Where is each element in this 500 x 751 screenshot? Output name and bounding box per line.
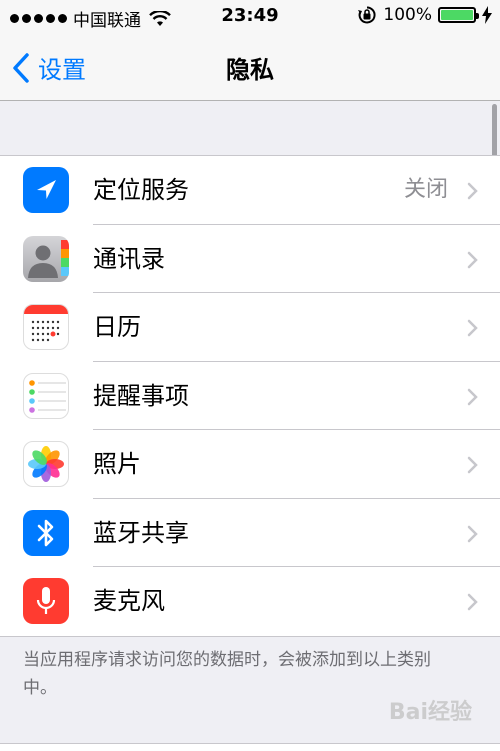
status-right: 100%: [357, 5, 492, 25]
row-value: 关闭: [403, 177, 448, 202]
chevron-right-icon: [467, 388, 478, 405]
reminders-icon: [23, 372, 69, 419]
list-item-contacts[interactable]: 通讯录: [0, 225, 500, 293]
calendar-icon: [23, 304, 69, 350]
list-item-calendar[interactable]: 日历: [0, 293, 500, 362]
chevron-right-icon: [467, 525, 478, 542]
navigation-bar: 设置 隐私: [0, 32, 500, 101]
watermark-logo: Bai经验: [389, 694, 472, 726]
row-label: 通讯录: [93, 244, 165, 273]
chevron-right-icon: [467, 319, 478, 337]
row-label: 麦克风: [93, 587, 165, 615]
list-item-location-services[interactable]: 定位服务 关闭: [0, 156, 500, 225]
list-item-reminders[interactable]: 提醒事项: [0, 362, 500, 430]
row-label: 提醒事项: [93, 381, 189, 410]
battery-percent: 100%: [383, 5, 432, 25]
row-label: 蓝牙共享: [93, 518, 189, 547]
location-arrow-icon: [23, 167, 69, 213]
photos-icon: [23, 441, 69, 487]
rotation-lock-icon: [358, 6, 376, 24]
list-item-photos[interactable]: 照片: [0, 430, 500, 499]
chevron-right-icon: [467, 251, 478, 268]
row-label: 日历: [93, 313, 141, 341]
chevron-right-icon: [467, 456, 478, 474]
battery-icon: [438, 7, 479, 23]
page-title: 隐私: [226, 56, 274, 84]
bluetooth-icon: [23, 509, 69, 556]
privacy-list: 定位服务 关闭 通讯录 日历 提醒事项 照片 蓝牙共享 麦克风: [0, 155, 500, 637]
row-label: 照片: [93, 450, 141, 478]
contacts-icon: [23, 235, 69, 282]
list-item-microphone[interactable]: 麦克风: [0, 567, 500, 636]
chevron-right-icon: [467, 182, 478, 200]
row-label: 定位服务: [93, 176, 189, 204]
chevron-right-icon: [467, 593, 478, 611]
list-item-bluetooth-sharing[interactable]: 蓝牙共享: [0, 499, 500, 567]
status-bar: 中国联通 23:49 100%: [0, 0, 500, 32]
watermark-text: Bai经验: [388, 700, 472, 725]
charging-icon: [482, 6, 492, 24]
microphone-icon: [23, 578, 69, 624]
